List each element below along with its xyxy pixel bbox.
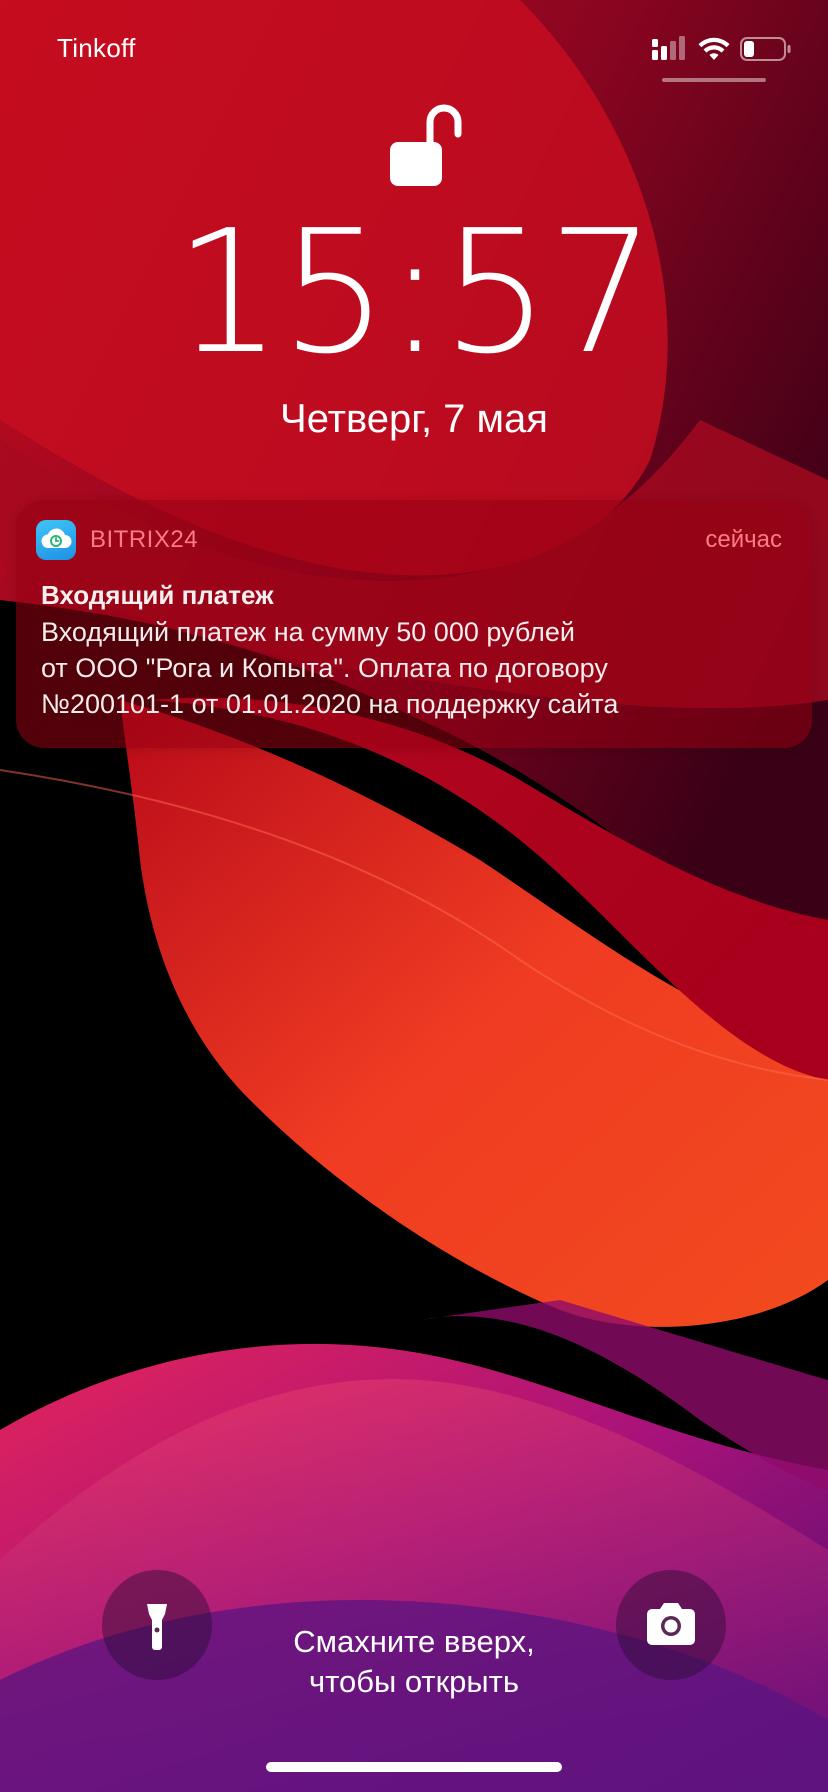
notification-app-name: BITRIX24	[90, 526, 199, 553]
battery-icon	[740, 37, 791, 61]
notification-body: Входящий платеж на сумму 50 000 рублей о…	[41, 614, 781, 722]
notification-body-line: №200101-1 от 01.01.2020 на поддержку сай…	[41, 689, 619, 719]
control-center-indicator[interactable]	[662, 78, 766, 82]
notification-time: сейчас	[705, 526, 782, 553]
carrier-name: Tinkoff	[57, 33, 136, 63]
home-indicator[interactable]	[266, 1762, 562, 1772]
flashlight-icon	[147, 1604, 167, 1650]
swipe-hint-line: Смахните вверх,	[293, 1624, 535, 1659]
notification-body-line: Входящий платеж на сумму 50 000 рублей	[41, 617, 575, 647]
unlocked-padlock-icon	[390, 104, 462, 186]
flashlight-button[interactable]	[102, 1570, 212, 1680]
camera-icon	[647, 1603, 695, 1645]
wifi-icon	[698, 37, 730, 60]
lock-screen-date: Четверг, 7 мая	[280, 397, 548, 441]
camera-button[interactable]	[616, 1570, 726, 1680]
notification-card[interactable]: BITRIX24 сейчас Входящий платеж Входящий…	[16, 500, 812, 748]
swipe-up-hint: Смахните вверх, чтобы открыть	[200, 1622, 628, 1702]
lock-screen-time: 15:57	[174, 194, 656, 392]
notification-title: Входящий платеж	[41, 580, 274, 610]
cellular-signal-icon	[652, 36, 685, 60]
status-icons	[650, 34, 800, 70]
swipe-hint-line: чтобы открыть	[308, 1664, 520, 1699]
notification-body-line: от ООО "Рога и Копыта". Оплата по догово…	[41, 653, 608, 683]
bitrix24-cloud-icon	[36, 520, 76, 560]
